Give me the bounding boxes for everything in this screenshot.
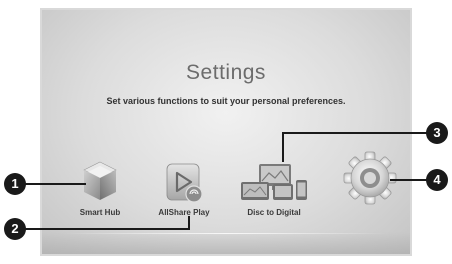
menu-label-smart-hub: Smart Hub <box>79 208 121 217</box>
callout-4-leader <box>390 179 430 181</box>
menu-item-smart-hub[interactable]: Smart Hub <box>80 160 120 220</box>
menu-label-allshare-play: AllShare Play <box>158 208 210 217</box>
callout-3-leader-h <box>282 132 430 134</box>
disc-to-digital-icon <box>239 162 309 204</box>
callout-3-leader-v <box>282 132 284 162</box>
callout-marker-3: 3 <box>426 122 448 144</box>
page-subtitle: Set various functions to suit your perso… <box>106 96 346 106</box>
settings-gear-icon <box>342 150 398 206</box>
bottom-glow <box>42 232 410 254</box>
callout-marker-1: 1 <box>4 173 26 195</box>
callout-1-leader <box>20 183 86 185</box>
page-title: Settings <box>186 61 266 84</box>
callout-marker-2: 2 <box>4 218 26 240</box>
menu-label-disc-to-digital: Disc to Digital <box>247 208 301 217</box>
menu-item-allshare-play[interactable]: AllShare Play <box>158 162 210 220</box>
menu-item-disc-to-digital[interactable]: Disc to Digital <box>239 162 309 220</box>
smart-hub-cube-icon <box>82 160 118 204</box>
callout-marker-4: 4 <box>426 169 448 191</box>
allshare-play-icon <box>164 162 204 204</box>
menu-item-settings[interactable] <box>342 150 398 206</box>
callout-2-leader-h <box>20 228 190 230</box>
